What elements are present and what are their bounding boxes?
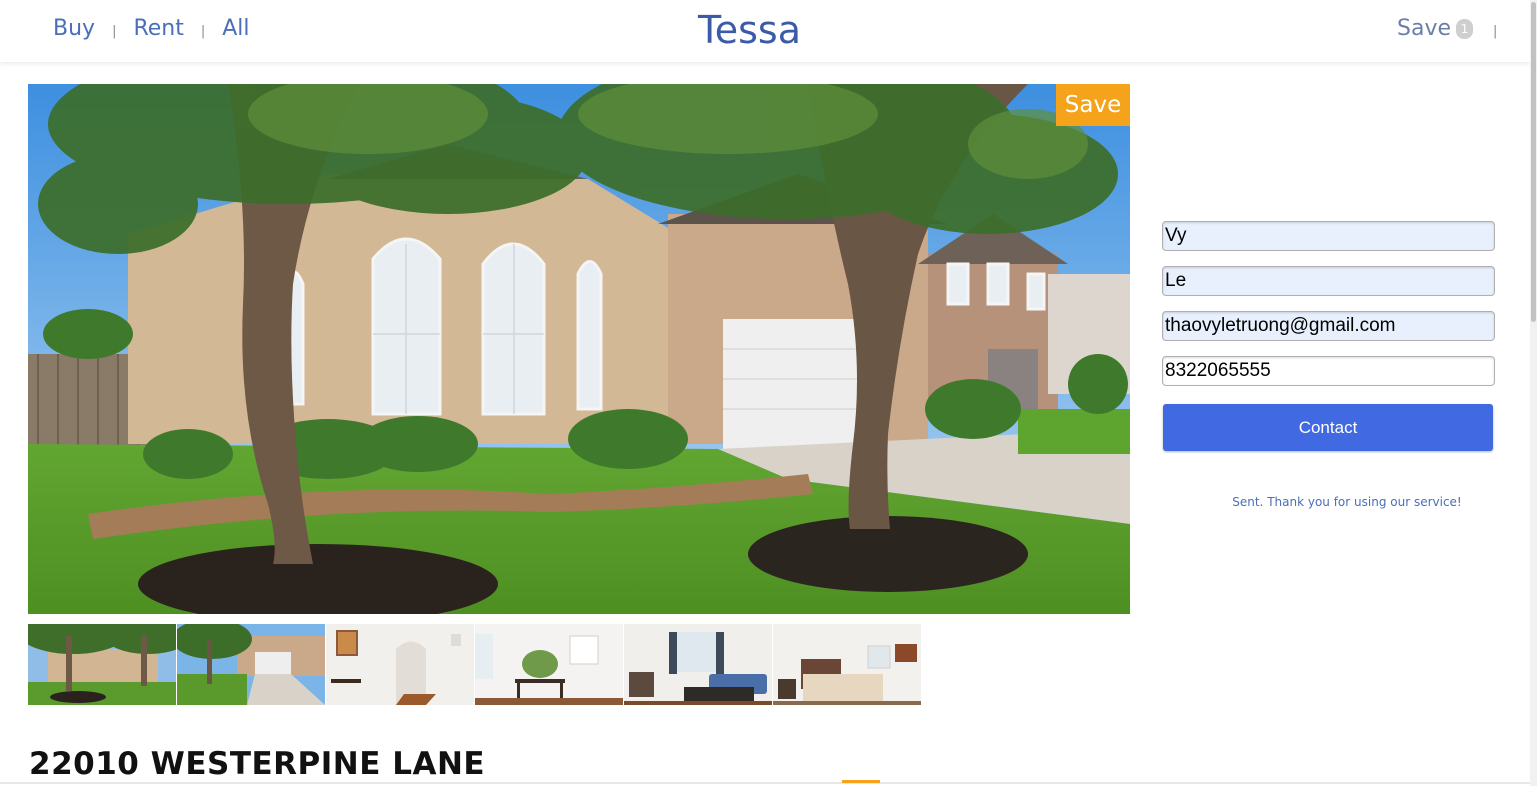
- last-name-input[interactable]: [1162, 266, 1495, 296]
- house-photo-illustration: [28, 84, 1130, 614]
- section-divider-accent: [842, 780, 880, 783]
- section-divider: [0, 782, 1530, 784]
- form-status-message: Sent. Thank you for using our service!: [1232, 495, 1462, 509]
- nav-all-link[interactable]: All: [222, 16, 249, 41]
- first-name-input[interactable]: [1162, 221, 1495, 251]
- thumbnail-interior-living[interactable]: [624, 624, 772, 705]
- thumbnail-exterior-front[interactable]: [28, 624, 176, 705]
- saved-count-badge: 1: [1456, 18, 1474, 39]
- thumbnail-interior-entry[interactable]: [326, 624, 474, 705]
- saved-listings-link[interactable]: Save 1 |: [1397, 16, 1497, 41]
- save-listing-button[interactable]: Save: [1056, 84, 1130, 126]
- header-separator: |: [1493, 24, 1498, 39]
- contact-form: Contact: [1162, 221, 1496, 451]
- thumbnail-interior-bedroom[interactable]: [773, 624, 921, 705]
- email-input[interactable]: [1162, 311, 1495, 341]
- main-nav: Buy | Rent | All: [53, 16, 250, 41]
- contact-button[interactable]: Contact: [1163, 404, 1493, 451]
- brand-logo[interactable]: Tessa: [698, 8, 801, 52]
- listing-address: 22010 WESTERPINE LANE: [29, 746, 486, 782]
- nav-buy-link[interactable]: Buy: [53, 16, 95, 41]
- photo-thumbnail-strip: [28, 624, 921, 705]
- nav-rent-link[interactable]: Rent: [133, 16, 183, 41]
- thumbnail-interior-dining[interactable]: [475, 624, 623, 705]
- main-listing-photo[interactable]: Save: [28, 84, 1130, 614]
- nav-separator: |: [200, 24, 206, 39]
- scrollbar-thumb[interactable]: [1531, 2, 1536, 322]
- top-header: Buy | Rent | All Tessa Save 1 |: [0, 0, 1530, 62]
- thumbnail-exterior-driveway[interactable]: [177, 624, 325, 705]
- phone-input[interactable]: [1162, 356, 1495, 386]
- page-scrollbar[interactable]: [1530, 0, 1537, 786]
- nav-separator: |: [112, 24, 117, 39]
- saved-label: Save: [1397, 16, 1452, 41]
